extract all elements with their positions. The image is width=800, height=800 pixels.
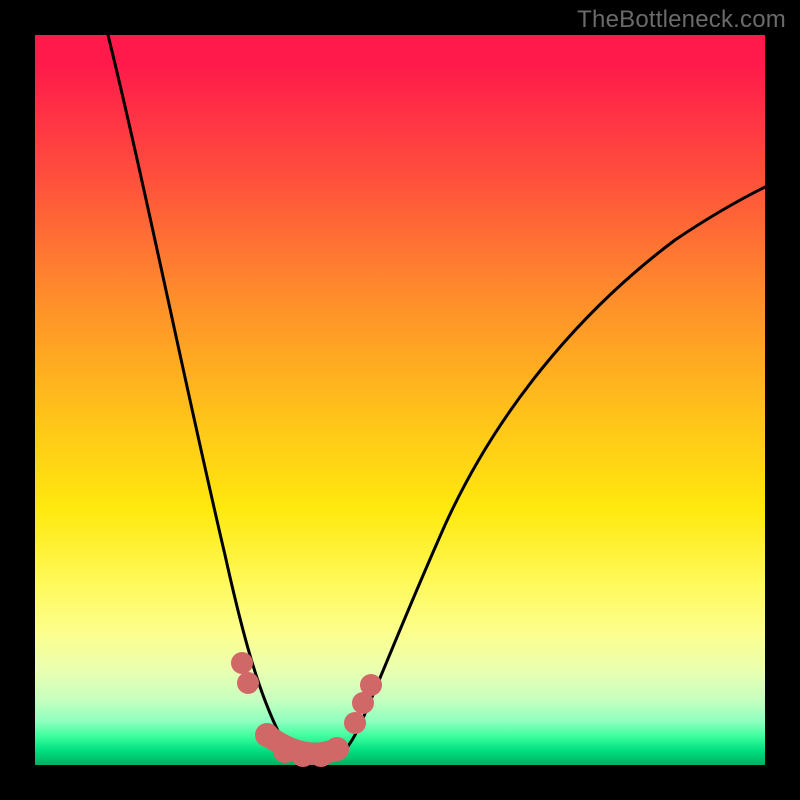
watermark-text: TheBottleneck.com (577, 6, 786, 34)
main-curve (108, 35, 765, 763)
marker-band-stroke (267, 735, 337, 754)
chart-frame: TheBottleneck.com (0, 0, 800, 800)
curve-layer (35, 35, 765, 765)
